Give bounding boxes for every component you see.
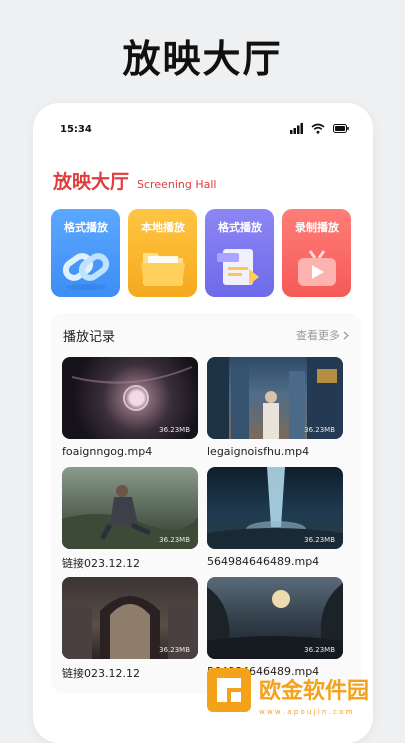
- watermark-logo: 欧金软件园 w w w . a p o u j i n . c o m: [207, 668, 369, 716]
- video-thumbnail: 36.23MB: [207, 467, 343, 549]
- file-size: 36.23MB: [304, 536, 335, 544]
- document-icon: [217, 249, 259, 285]
- status-icons: [290, 123, 349, 134]
- file-size: 36.23MB: [304, 646, 335, 654]
- history-title: 播放记录: [63, 330, 116, 345]
- history-item[interactable]: 36.23MB legaignoisfhu.mp4: [207, 357, 343, 458]
- page-header: 放映大厅 Screening Hall: [53, 167, 216, 194]
- phone-screen: 15:34 放映大厅 Screening Hall 格式播放 本地播放 格式播放…: [33, 103, 373, 743]
- play-history-panel: 播放记录 查看更多 36.23MB foaignngog.mp4 36.23MB…: [51, 313, 361, 693]
- page-title: 放映大厅: [53, 171, 130, 193]
- tile-label: 格式播放: [218, 221, 262, 234]
- chain-link-icon: [62, 253, 110, 290]
- svg-text:w w w . a p o u j i n . c o m: w w w . a p o u j i n . c o m: [259, 708, 353, 716]
- video-thumbnail: 36.23MB: [207, 357, 343, 439]
- view-more-label: 查看更多: [296, 329, 340, 342]
- video-thumbnail: 36.23MB: [62, 467, 198, 549]
- tile-label: 录制播放: [295, 221, 339, 234]
- page-subtitle: Screening Hall: [137, 178, 217, 191]
- feature-tiles: 格式播放 本地播放 格式播放 录制播放: [51, 209, 351, 297]
- video-play-icon: [298, 250, 336, 286]
- history-item[interactable]: 36.23MB 564984646489.mp4: [207, 577, 343, 678]
- banner-title: 放映大厅: [122, 37, 283, 81]
- folder-icon: [141, 253, 185, 286]
- video-thumbnail: 36.23MB: [62, 357, 198, 439]
- tile-record-play[interactable]: 录制播放: [282, 209, 351, 297]
- signal-icon: [290, 123, 303, 134]
- file-size: 36.23MB: [159, 646, 190, 654]
- video-thumbnail: 36.23MB: [207, 577, 343, 659]
- file-name: legaignoisfhu.mp4: [207, 445, 310, 458]
- file-name: 链接023.12.12: [62, 557, 140, 570]
- file-name: 564984646489.mp4: [207, 555, 320, 568]
- tile-label: 格式播放: [64, 221, 108, 234]
- tile-local-play[interactable]: 本地播放: [128, 209, 197, 297]
- status-bar: 15:34: [33, 103, 373, 137]
- history-item[interactable]: 36.23MB 链接023.12.12: [62, 577, 198, 681]
- video-thumbnail: 36.23MB: [62, 577, 198, 659]
- file-size: 36.23MB: [159, 426, 190, 434]
- file-name: 链接023.12.12: [62, 667, 140, 680]
- chevron-right-icon: [343, 331, 349, 339]
- tile-label: 本地播放: [141, 221, 185, 234]
- tile-doc-play[interactable]: 格式播放: [205, 209, 274, 297]
- wifi-icon: [311, 123, 325, 134]
- history-item[interactable]: 36.23MB 链接023.12.12: [62, 467, 198, 571]
- tile-format-play[interactable]: 格式播放: [51, 209, 120, 297]
- history-item[interactable]: 36.23MB 564984646489.mp4: [207, 467, 343, 568]
- battery-icon: [333, 124, 349, 133]
- file-size: 36.23MB: [159, 536, 190, 544]
- file-size: 36.23MB: [304, 426, 335, 434]
- promo-banner: 放映大厅: [0, 0, 405, 100]
- view-more-link[interactable]: 查看更多: [296, 327, 349, 343]
- svg-text:欧金软件园: 欧金软件园: [259, 678, 369, 704]
- status-time: 15:34: [60, 124, 92, 135]
- watermark: 欧金软件园 w w w . a p o u j i n . c o m: [205, 666, 405, 720]
- history-item[interactable]: 36.23MB foaignngog.mp4: [62, 357, 198, 458]
- file-name: foaignngog.mp4: [62, 445, 153, 458]
